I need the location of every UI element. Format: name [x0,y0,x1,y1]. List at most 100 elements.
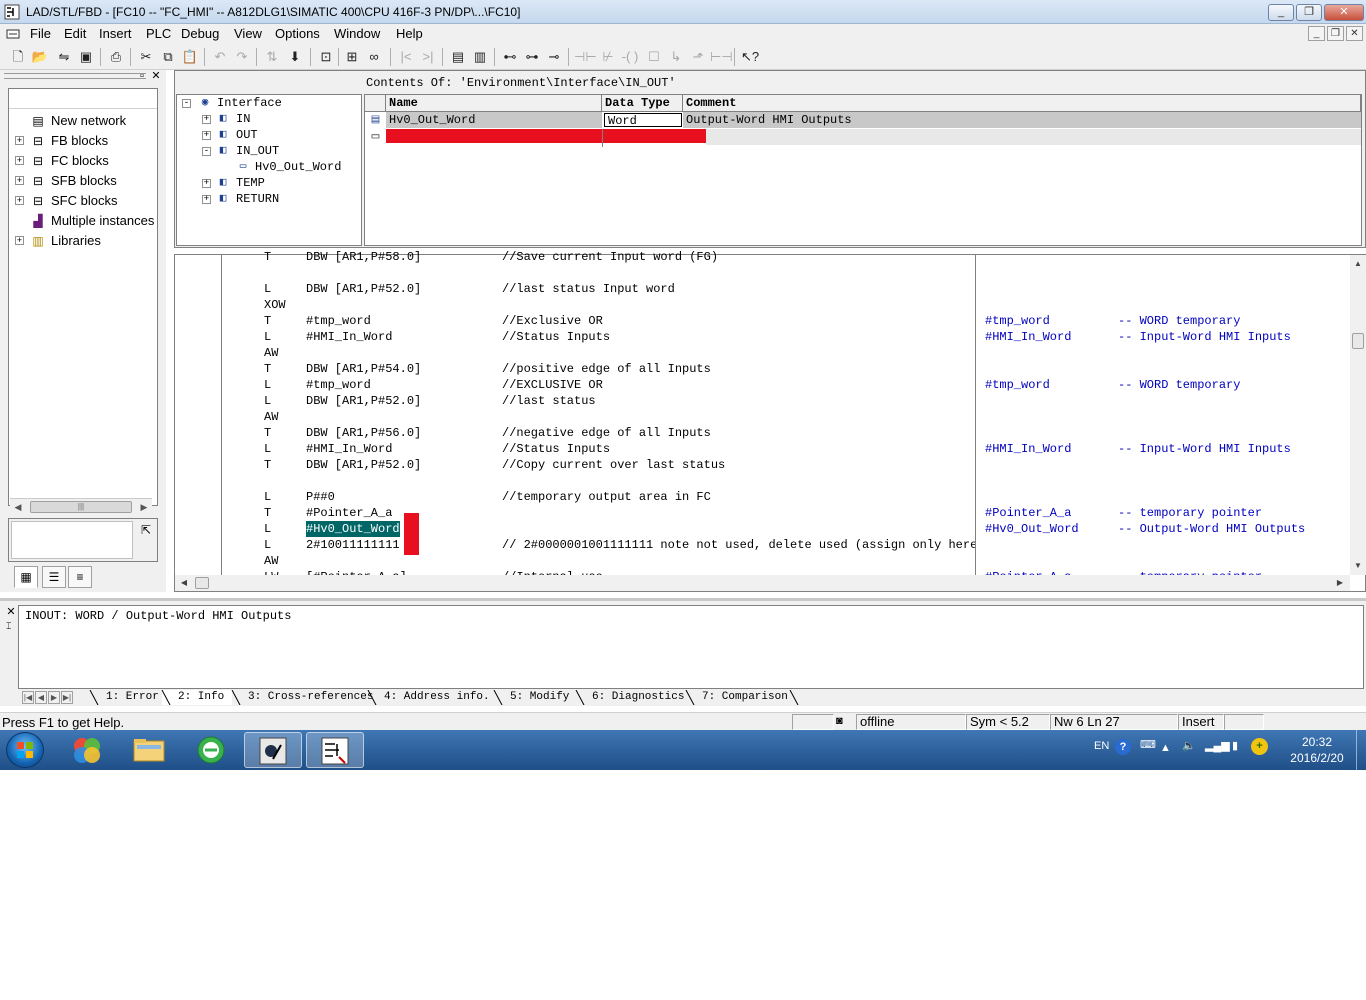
details-close-icon[interactable]: ✕ [6,607,16,618]
taskbar-app-browser[interactable] [182,732,240,768]
last-tab-icon[interactable]: ▶| [61,691,73,704]
start-button[interactable] [6,732,44,768]
overview-icon[interactable]: ▤ [448,47,468,67]
tree-item-sfb-blocks[interactable]: + ⊟ SFB blocks [9,171,157,191]
collapse-icon[interactable]: - [202,147,211,156]
glasses-icon[interactable]: ∞ [364,47,384,67]
expand-icon[interactable]: + [15,196,24,205]
code-line[interactable]: AW [175,345,975,361]
code-line[interactable]: T DBW [AR1,P#52.0] //Copy current over las… [175,457,975,473]
code-line[interactable]: L #HMI_In_Word //Status Inputs [175,441,975,457]
clock[interactable]: 20:32 2016/2/20 [1278,734,1356,766]
prev-tab-icon[interactable]: ◀ [35,691,47,704]
scroll-right-icon[interactable]: ▶ [1333,575,1347,591]
connect-icon[interactable]: ⊢⊣ [710,47,733,67]
tree-item-fc-blocks[interactable]: + ⊟ FC blocks [9,151,157,171]
code-line[interactable]: L #Hv0_Out_Word [175,521,975,537]
scroll-left-icon[interactable]: ◀ [177,575,191,591]
update-tray-icon[interactable]: + [1251,738,1268,755]
scroll-thumb[interactable] [1352,333,1364,349]
volume-icon[interactable]: 🔈 [1182,739,1196,752]
monitor-icon[interactable]: ⊡ [316,47,336,67]
details-tab[interactable]: 4: Address info. [368,690,494,705]
code-line[interactable]: T #tmp_word //Exclusive OR [175,313,975,329]
scroll-down-icon[interactable]: ▼ [1350,559,1366,573]
code-line[interactable]: L #tmp_word //EXCLUSIVE OR [175,377,975,393]
tree-item-sfc-blocks[interactable]: + ⊟ SFC blocks [9,191,157,211]
call-structure-tab[interactable]: ☰ [42,566,66,588]
details-tab[interactable]: 2: Info [162,690,232,705]
load-icon[interactable]: ⇅ [262,47,282,67]
table-cell-name[interactable]: Hv0_Out_Word [386,112,602,128]
taskbar-app-media-center[interactable] [58,732,116,768]
editor-horizontal-scrollbar[interactable]: ◀ ▶ [175,575,1350,591]
coil-icon[interactable]: -( ) [620,47,640,67]
close-branch-icon[interactable]: ⊸ [544,47,564,67]
taskbar-app-simatic-manager[interactable] [244,732,302,768]
save-icon[interactable]: ▣ [76,47,96,67]
scroll-right-icon[interactable]: ▶ [138,500,150,514]
scroll-up-icon[interactable]: ▲ [1350,257,1366,271]
expand-icon[interactable]: + [15,236,24,245]
minimize-button[interactable]: _ [1268,4,1294,21]
column-header-data-type[interactable]: Data Type [602,95,683,112]
column-header-name[interactable]: Name [386,95,602,112]
menu-options[interactable]: Options [275,26,320,41]
code-line[interactable] [175,265,975,281]
taskbar-app-lad-stl-fbd[interactable] [306,732,364,768]
show-hidden-icons[interactable]: ▲ [1160,742,1171,754]
scroll-thumb[interactable] [195,577,209,589]
maximize-button[interactable]: ❐ [1296,4,1322,21]
nc-contact-icon[interactable]: ⊬ [598,47,618,67]
iface-item-in[interactable]: + ◧ IN [177,111,361,127]
expand-icon[interactable]: + [202,195,211,204]
code-line[interactable]: L DBW [AR1,P#52.0] //last status [175,393,975,409]
app-icon[interactable] [4,4,20,20]
new-icon[interactable]: 🗋 [8,47,28,67]
code-line[interactable]: T DBW [AR1,P#56.0] //negative edge of all … [175,425,975,441]
empty-row[interactable] [706,129,1361,145]
menu-file[interactable]: File [30,26,51,41]
branch-icon[interactable]: ⊶ [522,47,542,67]
details-pin-icon[interactable]: ⌶ [6,621,11,632]
code-line[interactable]: T #Pointer_A_a [175,505,975,521]
first-tab-icon[interactable]: |◀ [22,691,34,704]
details-tab[interactable]: 5: Modify [494,690,576,705]
context-help-icon[interactable]: ↖? [740,47,760,67]
next-tab-icon[interactable]: ▶ [48,691,60,704]
battery-icon[interactable]: ▮ [1232,739,1238,752]
no-contact-icon[interactable]: ⊣⊢ [574,47,597,67]
paste-icon[interactable]: 📋 [180,47,200,67]
code-line[interactable]: T DBW [AR1,P#54.0] //positive edge of all … [175,361,975,377]
undo-icon[interactable]: ↶ [210,47,230,67]
next-network-icon[interactable]: >| [418,47,438,67]
expand-icon[interactable]: + [15,136,24,145]
scroll-left-icon[interactable]: ◀ [12,500,24,514]
code-line[interactable]: T DBW [AR1,P#58.0] //Save current Input wo… [175,249,975,265]
menu-view[interactable]: View [234,26,262,41]
network-icon[interactable]: ▂▄▆ [1205,739,1230,752]
iface-item-temp[interactable]: + ◧ TEMP [177,175,361,191]
menu-help[interactable]: Help [396,26,423,41]
taskbar-app-explorer[interactable] [120,732,178,768]
previous-network-icon[interactable]: |< [396,47,416,67]
menu-edit[interactable]: Edit [64,26,86,41]
details-icon[interactable]: ▥ [470,47,490,67]
code-editor[interactable]: T DBW [AR1,P#58.0] //Save current Input wo… [174,250,1366,592]
table-cell-data-type[interactable]: Word [604,113,682,127]
code-line[interactable] [175,473,975,489]
download-icon[interactable]: ⬇ [285,47,305,67]
language-indicator[interactable]: EN [1094,740,1109,752]
code-line[interactable]: L 2#10011111111 // 2#0000001001111111 note… [175,537,975,553]
expand-icon[interactable]: + [15,156,24,165]
list-tab[interactable]: ≡ [68,566,92,588]
open-icon[interactable]: 📂 [30,47,50,67]
code-line[interactable]: AW [175,409,975,425]
iface-item-in-out[interactable]: - ◧ IN_OUT [177,143,361,159]
column-header-comment[interactable]: Comment [683,95,1361,112]
panel-close-icon[interactable]: ✕ [150,71,162,83]
panel-minimize-icon[interactable]: ▫ [136,71,148,83]
mdi-minimize-button[interactable]: _ [1308,26,1325,41]
iface-item-out[interactable]: + ◧ OUT [177,127,361,143]
copy-icon[interactable]: ⧉ [158,47,178,67]
